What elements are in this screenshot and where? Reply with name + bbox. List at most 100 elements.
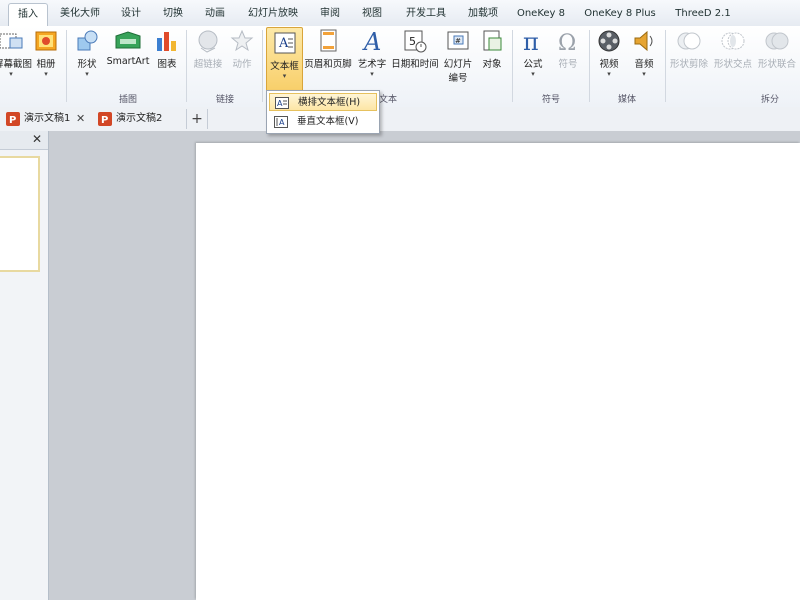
smartart-icon xyxy=(115,31,141,49)
object-button[interactable]: 对象 xyxy=(478,28,506,70)
symbol-label: 符号 xyxy=(558,59,578,70)
hyperlink-button[interactable]: 超链接 xyxy=(191,28,225,70)
tab-addins[interactable]: 加载项 xyxy=(460,3,506,24)
chevron-down-icon: ▾ xyxy=(370,70,374,78)
menu-item-vertical-label: 垂直文本框(V) xyxy=(297,116,359,127)
smartart-label: SmartArt xyxy=(106,56,150,67)
menu-item-horizontal-textbox[interactable]: A 横排文本框(H) xyxy=(269,93,377,111)
chevron-down-icon: ▾ xyxy=(282,72,287,80)
shape-union-button[interactable]: 形状联合 xyxy=(756,28,798,70)
album-button[interactable]: 相册 ▾ xyxy=(31,28,61,78)
chevron-down-icon: ▾ xyxy=(607,70,611,78)
tab-onekey8-plus[interactable]: OneKey 8 Plus xyxy=(580,3,660,24)
tab-beautify-master[interactable]: 美化大师 xyxy=(52,3,108,24)
group-divider xyxy=(665,30,666,102)
shape-union-icon xyxy=(765,32,789,50)
ribbon-tab-bar: 插入 美化大师 设计 切换 动画 幻灯片放映 审阅 视图 开发工具 加载项 On… xyxy=(0,0,800,27)
powerpoint-file-icon: P xyxy=(98,112,112,126)
textbox-button[interactable]: A 文本框 ▾ xyxy=(266,27,303,92)
shapes-button[interactable]: 形状 ▾ xyxy=(72,28,102,78)
datetime-button[interactable]: 5 日期和时间 xyxy=(390,28,440,70)
screenshot-icon xyxy=(0,33,23,49)
tab-threed[interactable]: ThreeD 2.1 xyxy=(670,3,736,24)
chevron-down-icon: ▾ xyxy=(85,70,89,78)
svg-text:A: A xyxy=(277,99,283,108)
document-tab-2[interactable]: P 演示文稿2 xyxy=(96,109,182,129)
tab-transitions[interactable]: 切换 xyxy=(155,3,191,24)
textbox-label: 文本框 xyxy=(270,61,299,72)
new-tab-button[interactable]: + xyxy=(186,109,208,129)
group-label-split: 拆分 xyxy=(760,95,779,105)
menu-item-horizontal-label: 横排文本框(H) xyxy=(298,97,361,108)
shape-intersect-button[interactable]: 形状交点 xyxy=(712,28,754,70)
bar-chart-icon xyxy=(157,32,176,51)
document-tab-2-label: 演示文稿2 xyxy=(116,113,163,124)
wordart-button[interactable]: A 艺术字 ▾ xyxy=(355,28,389,78)
document-tab-bar: P 演示文稿1 ✕ P 演示文稿2 + xyxy=(0,107,800,132)
svg-text:A: A xyxy=(362,28,381,54)
datetime-label: 日期和时间 xyxy=(391,59,439,70)
tab-view[interactable]: 视图 xyxy=(354,3,390,24)
tab-design[interactable]: 设计 xyxy=(113,3,149,24)
video-label: 视频 xyxy=(599,59,619,70)
shape-intersect-label: 形状交点 xyxy=(713,59,752,70)
tab-animations[interactable]: 动画 xyxy=(197,3,233,24)
shape-trim-label: 形状剪除 xyxy=(669,59,708,70)
photo-album-icon xyxy=(35,31,57,51)
shapes-icon xyxy=(77,30,98,51)
tab-insert[interactable]: 插入 xyxy=(8,3,48,27)
group-divider xyxy=(262,30,263,102)
audio-button[interactable]: 音频 ▾ xyxy=(629,28,659,78)
header-footer-button[interactable]: 页眉和页脚 xyxy=(303,28,353,70)
formula-button[interactable]: π 公式 ▾ xyxy=(518,28,548,78)
chevron-down-icon: ▾ xyxy=(9,70,13,78)
close-tab-icon[interactable]: ✕ xyxy=(76,109,85,129)
screenshot-button[interactable]: 屏幕截图 ▾ xyxy=(0,28,32,78)
chevron-down-icon: ▾ xyxy=(642,70,646,78)
slide-number-icon: # xyxy=(447,31,469,50)
album-label: 相册 xyxy=(36,59,56,70)
tab-developer[interactable]: 开发工具 xyxy=(398,3,454,24)
chart-button[interactable]: 图表 xyxy=(152,28,182,70)
tab-slideshow[interactable]: 幻灯片放映 xyxy=(240,3,306,24)
textbox-icon: A xyxy=(274,32,295,54)
symbol-button[interactable]: Ω 符号 xyxy=(553,28,583,70)
wordart-label: 艺术字 xyxy=(357,59,387,70)
wordart-icon: A xyxy=(362,28,381,54)
svg-text:#: # xyxy=(455,37,461,45)
slide-thumbnail[interactable] xyxy=(0,156,40,272)
textbox-dropdown-menu: A 横排文本框(H) A 垂直文本框(V) xyxy=(266,90,380,134)
chevron-down-icon: ▾ xyxy=(44,70,48,78)
slide-number-button[interactable]: # 幻灯片 编号 xyxy=(441,28,475,84)
hyperlink-label: 超链接 xyxy=(193,59,223,70)
smartart-button[interactable]: SmartArt xyxy=(106,28,150,67)
omega-icon: Ω xyxy=(558,31,576,54)
object-icon xyxy=(483,30,502,51)
formula-label: 公式 xyxy=(523,59,543,70)
panel-header: ✕ xyxy=(0,131,48,150)
ribbon: 屏幕截图 ▾ 相册 ▾ 形状 ▾ SmartArt xyxy=(0,26,800,108)
film-reel-icon xyxy=(598,30,620,52)
chevron-down-icon: ▾ xyxy=(531,70,535,78)
document-tab-1[interactable]: P 演示文稿1 ✕ xyxy=(4,109,90,129)
slide-number-label-1: 幻灯片 xyxy=(443,59,473,70)
menu-item-vertical-textbox[interactable]: A 垂直文本框(V) xyxy=(269,113,377,131)
action-star-icon xyxy=(230,29,254,52)
watermark-url: jingyan.baidu.com xyxy=(612,564,742,580)
group-label-illustrations: 插图 xyxy=(118,95,137,105)
shape-trim-icon xyxy=(677,32,701,50)
tab-review[interactable]: 审阅 xyxy=(312,3,348,24)
group-divider xyxy=(66,30,67,102)
shape-trim-button[interactable]: 形状剪除 xyxy=(668,28,710,70)
tab-onekey8[interactable]: OneKey 8 xyxy=(512,3,570,24)
svg-text:A: A xyxy=(279,118,285,127)
shape-union-label: 形状联合 xyxy=(757,59,796,70)
group-label-media: 媒体 xyxy=(617,95,636,105)
svg-text:A: A xyxy=(278,36,289,51)
close-panel-icon[interactable]: ✕ xyxy=(32,132,42,146)
object-label: 对象 xyxy=(482,59,502,70)
svg-text:π: π xyxy=(523,28,539,54)
video-button[interactable]: 视频 ▾ xyxy=(594,28,624,78)
action-button[interactable]: 动作 xyxy=(228,28,256,70)
vertical-textbox-icon: A xyxy=(274,116,288,128)
